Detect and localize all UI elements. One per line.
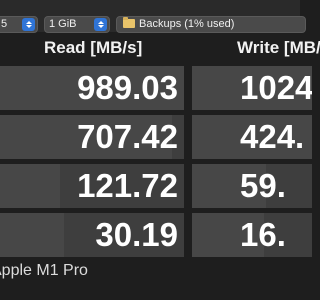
- write-result-value: 424.: [240, 118, 305, 155]
- target-drive-value: Backups (1% used): [139, 18, 235, 30]
- read-result-value: 989.03: [77, 69, 178, 106]
- write-result-cell: 424.: [192, 115, 312, 159]
- chevron-updown-icon: [22, 18, 35, 31]
- chevron-updown-icon: [94, 18, 107, 31]
- test-size-value: 1 GiB: [49, 18, 77, 30]
- folder-icon: [123, 17, 135, 28]
- read-result-value: 121.72: [77, 167, 178, 204]
- test-count-value: 5: [1, 18, 8, 30]
- write-result-value: 59.: [240, 167, 286, 204]
- read-result-value: 707.42: [77, 118, 178, 155]
- device-name: Apple M1 Pro: [0, 262, 88, 279]
- write-result-value: 1024.: [240, 69, 312, 106]
- write-result-value: 16.: [240, 216, 286, 253]
- read-result-cell: 707.42: [0, 115, 184, 159]
- write-result-cell: 59.: [192, 164, 312, 208]
- read-result-value: 30.19: [95, 216, 178, 253]
- read-result-cell: 121.72: [0, 164, 184, 208]
- test-count-select[interactable]: 5: [0, 16, 38, 33]
- read-column-header: Read [MB/s]: [44, 38, 143, 57]
- read-result-cell: 989.03: [0, 66, 184, 110]
- toolbar: 5 1 GiB Backups (1% used): [0, 0, 306, 33]
- write-result-cell: 16.: [192, 213, 312, 257]
- read-result-cell: 30.19: [0, 213, 184, 257]
- write-column-header: Write [MB/s]: [237, 38, 320, 57]
- test-size-select[interactable]: 1 GiB: [44, 16, 110, 33]
- write-result-cell: 1024.: [192, 66, 312, 110]
- target-drive-select[interactable]: Backups (1% used): [116, 16, 306, 33]
